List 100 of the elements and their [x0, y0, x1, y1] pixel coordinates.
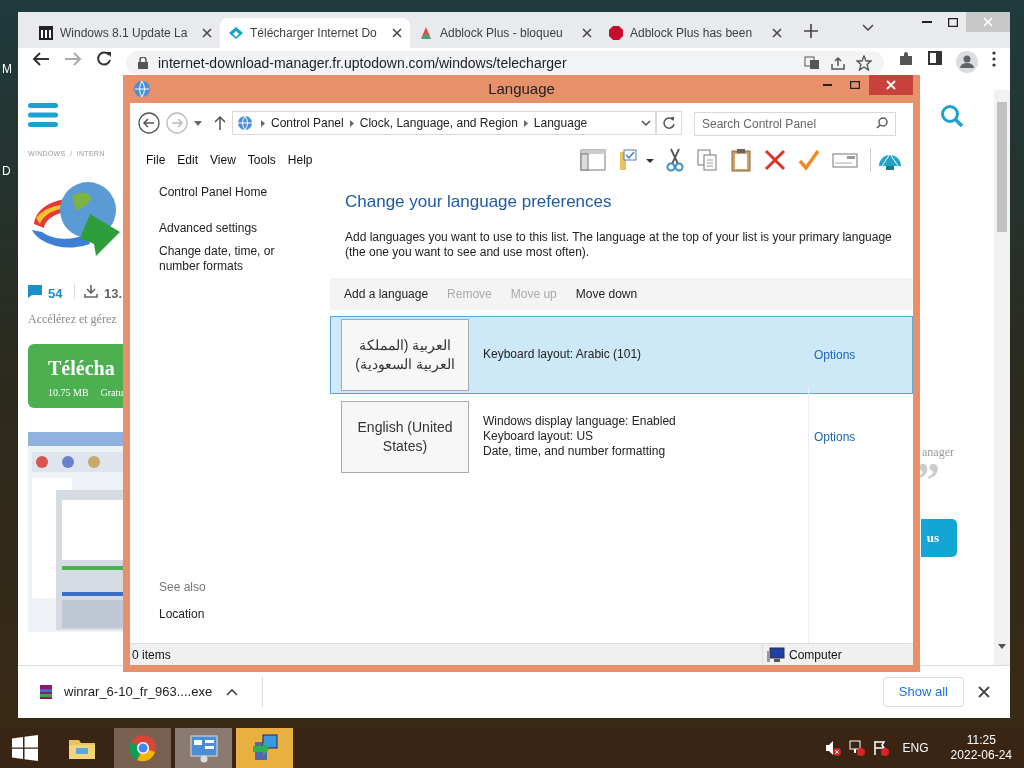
clipboard-icon[interactable]	[730, 148, 752, 172]
browser-tab[interactable]: Adblock Plus - bloqueu	[410, 18, 600, 48]
breadcrumb-item[interactable]: Language	[533, 114, 588, 132]
desktop-icon-label: M	[2, 61, 12, 78]
sidebar-link[interactable]: Control Panel Home	[159, 185, 301, 200]
panel-layout-icon[interactable]	[580, 148, 606, 172]
diamond-icon	[228, 25, 244, 41]
minimize-icon	[822, 84, 832, 86]
chevron-down-icon[interactable]	[641, 120, 651, 126]
menu-item[interactable]: View	[204, 151, 242, 169]
scrollbar[interactable]	[994, 90, 1010, 665]
menu-item[interactable]: Edit	[171, 151, 205, 169]
star-icon[interactable]	[856, 55, 872, 71]
close-button[interactable]	[869, 75, 913, 95]
dropdown-icon[interactable]	[194, 120, 202, 126]
menu-item[interactable]: File	[140, 151, 172, 169]
window-title: Language	[488, 78, 555, 99]
sidebar-link[interactable]: Change date, time, or number formats	[159, 244, 301, 274]
browser-tab[interactable]: Télécharger Internet Do	[220, 18, 410, 48]
network-icon[interactable]	[848, 740, 865, 756]
checkmark-icon[interactable]	[798, 148, 820, 172]
language-indicator[interactable]: ENG	[902, 739, 929, 757]
browser-tab[interactable]: Adblock Plus has been	[600, 18, 790, 48]
menu-item[interactable]: Tools	[241, 151, 282, 169]
sidebar-heading: See also	[159, 579, 207, 596]
menu-icon[interactable]	[992, 51, 996, 67]
maximize-icon	[850, 81, 860, 89]
breadcrumb-item[interactable]: Control Panel	[271, 114, 344, 132]
language-name: العربية (المملكة العربية السعودية)	[341, 318, 469, 391]
clock[interactable]: 11:25 2022-06-24	[950, 733, 1012, 763]
tab-title: Windows 8.1 Update La	[60, 25, 189, 42]
language-detail: Windows display language: Enabled	[483, 414, 677, 429]
clock-date: 2022-06-24	[950, 748, 1012, 763]
flag-icon[interactable]	[872, 740, 889, 756]
sidebar-link[interactable]: Advanced settings	[159, 221, 301, 236]
back-icon[interactable]	[32, 51, 50, 67]
search-field[interactable]: Search Control Panel	[694, 112, 896, 136]
command-button[interactable]: Move down	[568, 284, 645, 303]
address-bar[interactable]: internet-download-manager.fr.uptodown.com/windows/telecharger	[126, 51, 884, 75]
back-icon[interactable]	[138, 112, 160, 134]
close-icon[interactable]	[582, 28, 592, 38]
close-icon[interactable]	[772, 28, 782, 38]
language-detail: Keyboard layout: US	[483, 429, 595, 444]
url-text: internet-download-manager.fr.uptodown.com/windows/telecharger	[158, 53, 568, 73]
show-all-button[interactable]: Show all	[882, 677, 964, 707]
puzzle-icon[interactable]	[898, 51, 914, 67]
command-button[interactable]: Add a language	[337, 284, 436, 303]
stop-sign-icon	[608, 25, 624, 41]
chevron-down-icon[interactable]	[862, 24, 874, 32]
options-link[interactable]: Options	[814, 345, 912, 364]
download-count: 13.	[104, 285, 123, 303]
scissors-icon[interactable]	[666, 148, 684, 172]
reload-icon[interactable]	[96, 51, 112, 67]
file-size: 10.75 MB	[48, 385, 89, 400]
close-icon[interactable]	[202, 28, 212, 38]
lock-icon	[138, 57, 148, 69]
minimize-icon	[922, 21, 932, 23]
chevron-up-icon[interactable]	[226, 688, 239, 696]
scroll-down-icon[interactable]	[998, 644, 1006, 649]
breadcrumb-item[interactable]: Clock, Language, and Region	[359, 114, 518, 132]
folder-check-icon[interactable]	[618, 148, 654, 172]
up-icon[interactable]	[214, 116, 226, 130]
command-button: Remove	[440, 284, 499, 303]
building-icon	[38, 25, 54, 41]
options-link[interactable]: Options	[814, 427, 912, 446]
computer-icon	[767, 646, 785, 663]
sidebar-icon[interactable]	[928, 51, 942, 65]
clock-time: 11:25	[966, 733, 996, 748]
chevron-right-icon	[261, 119, 265, 127]
browser-tab[interactable]: Windows 8.1 Update La	[30, 18, 220, 48]
license-label: Gratu	[100, 385, 124, 400]
command-button: Move up	[503, 284, 564, 303]
description: Accélérez et gérez	[28, 311, 117, 328]
delete-x-icon[interactable]	[764, 148, 786, 172]
download-filename: winrar_6-10_fr_963....exe	[64, 683, 213, 702]
globe-icon	[237, 115, 255, 131]
language-detail: Keyboard layout: Arabic (101)	[483, 347, 643, 362]
scrollbar-thumb[interactable]	[997, 102, 1007, 232]
language-icon	[133, 80, 151, 98]
translate-icon[interactable]	[804, 56, 820, 70]
chevron-right-icon	[349, 119, 354, 127]
address-bar[interactable]: Control Panel Clock, Language, and Region Language	[232, 111, 656, 135]
menu-item[interactable]: Help	[281, 151, 319, 169]
comment-count: 54	[48, 285, 63, 303]
share-icon[interactable]	[830, 56, 846, 70]
search-icon[interactable]	[876, 117, 888, 129]
new-tab-icon[interactable]	[804, 24, 818, 38]
control-panel-icon	[187, 732, 220, 764]
tab-title: Adblock Plus - bloqueu	[440, 25, 564, 42]
refresh-icon	[663, 117, 675, 129]
speaker-muted-icon[interactable]	[824, 740, 841, 756]
language-detail: Date, time, and number formatting	[483, 444, 667, 459]
profile-icon[interactable]	[956, 51, 978, 73]
refresh-button[interactable]	[656, 111, 682, 135]
chevron-right-icon	[523, 119, 528, 127]
close-icon[interactable]	[978, 686, 990, 698]
close-icon[interactable]	[392, 28, 402, 38]
start-icon[interactable]	[12, 735, 38, 761]
page-heading: Change your language preferences	[345, 191, 613, 213]
sidebar-link[interactable]: Location	[159, 605, 301, 623]
